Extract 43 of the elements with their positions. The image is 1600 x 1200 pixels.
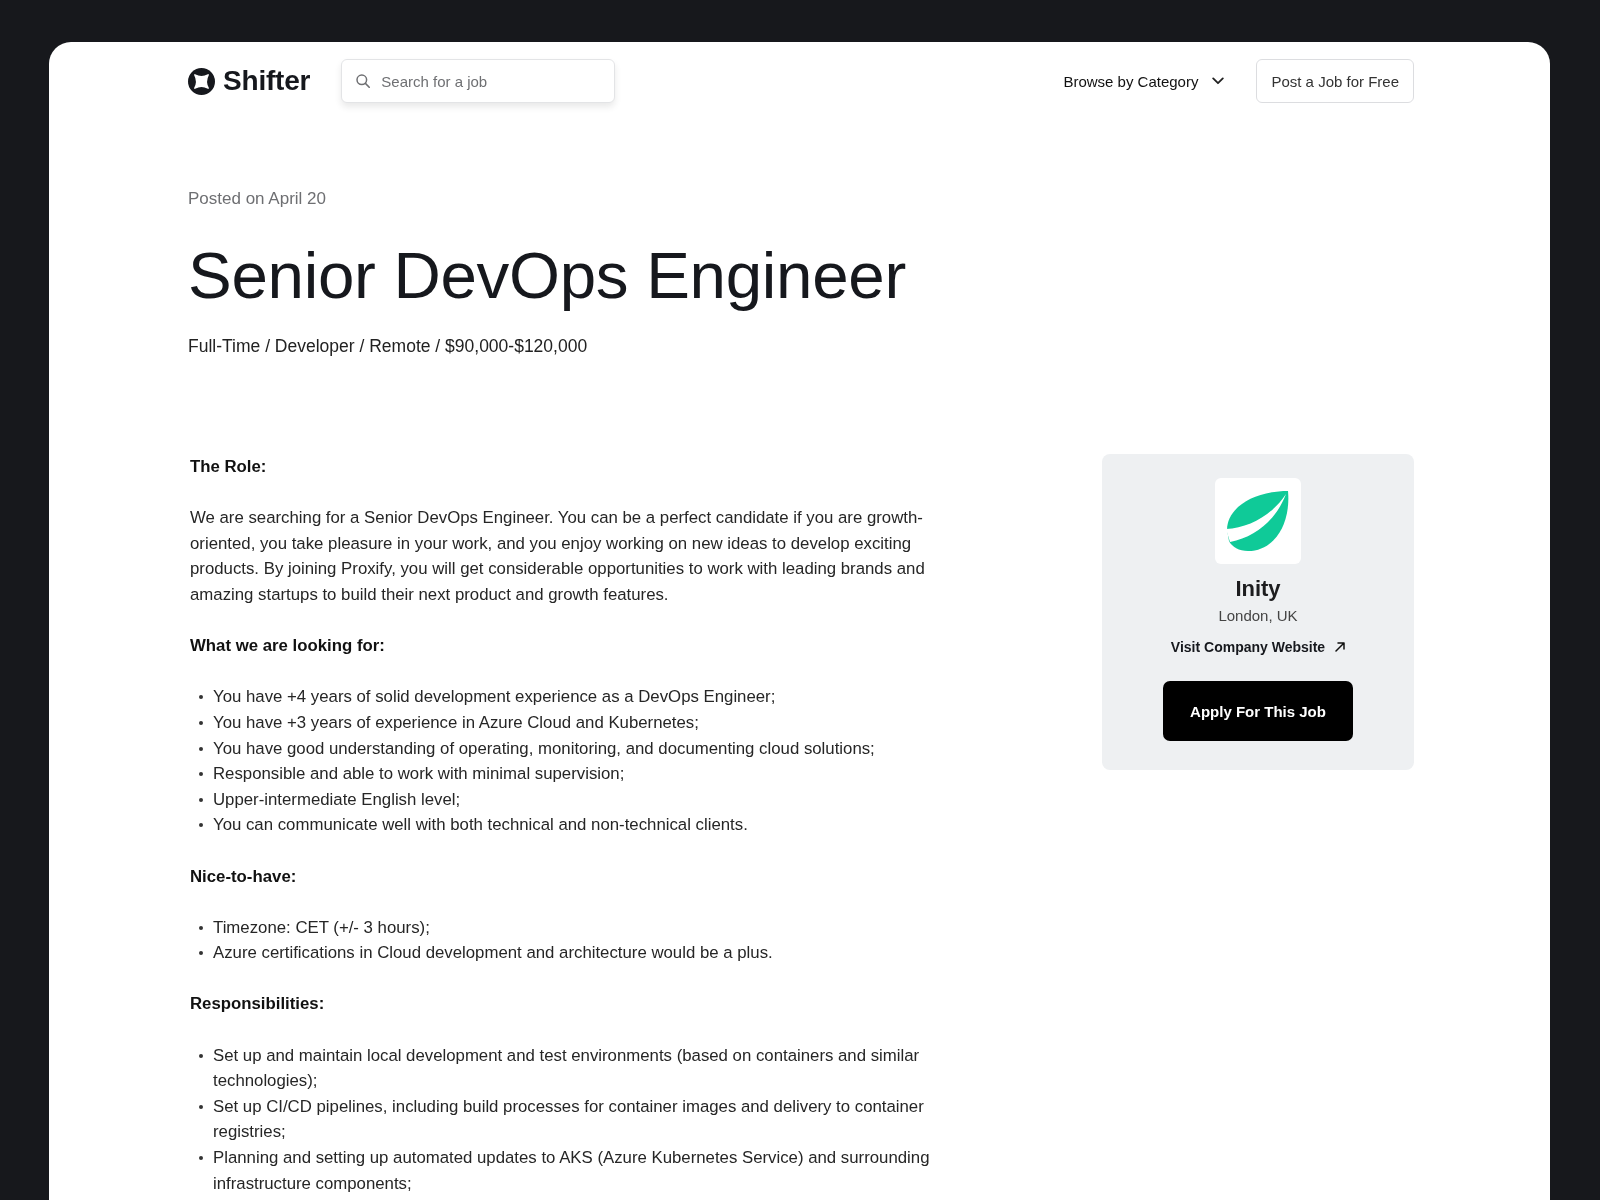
- job-meta: Full-Time / Developer / Remote / $90,000-$120,000: [188, 335, 589, 357]
- arrow-up-right-icon: [1335, 642, 1346, 652]
- section-heading: What we are looking for:: [190, 635, 386, 658]
- section-heading: Nice-to-have:: [190, 865, 298, 888]
- bullet-icon: [199, 823, 203, 828]
- section-heading: Responsibilities:: [190, 993, 326, 1016]
- list-item-text: Upper-intermediate English level;: [213, 788, 461, 811]
- bullet-icon: [199, 1104, 203, 1109]
- company-name: Inity: [1235, 575, 1281, 603]
- list-item-text: Set up and maintain local development and test environments (based on containers and similar technologies);: [213, 1044, 921, 1093]
- chevron-down-icon: [1212, 77, 1225, 85]
- bullet-icon: [199, 746, 203, 751]
- search-icon: [356, 74, 371, 88]
- list-item-text: You have good understanding of operating, monitoring, and documenting cloud solutions;: [213, 737, 875, 760]
- bullet-icon: [199, 925, 203, 930]
- body-paragraph: We are searching for a Senior DevOps Engineer. You can be a perfect candidate if you are growth-oriented, you take pleasure in your work, and you enjoy working on new ideas to develop exciting products. By joining Proxify, you will get considerable opportunities to work with leading brands and amazing startups to build their next product and growth features.: [190, 507, 926, 606]
- list-item-text: Set up CI/CD pipelines, including build processes for container images and delivery to container registries;: [213, 1095, 925, 1144]
- bullet-icon: [199, 772, 203, 777]
- bullet-icon: [199, 1156, 203, 1161]
- leaf-logo-icon: [1215, 478, 1301, 564]
- list-item-text: Planning and setting up automated updates to AKS (Azure Kubernetes Service) and surrounding infrastructure components;: [213, 1147, 931, 1195]
- bullet-icon: [199, 797, 203, 802]
- browse-menu-button[interactable]: Browse by Category: [1063, 72, 1225, 90]
- posted-date: Posted on April 20: [188, 188, 327, 210]
- post-job-button[interactable]: Post a Job for Free: [1256, 59, 1414, 103]
- list-item-text: You have +3 years of experience in Azure Cloud and Kubernetes;: [213, 711, 699, 734]
- company-website-link[interactable]: Visit Company Website: [1170, 637, 1346, 657]
- list-item-text: Timezone: CET (+/- 3 hours);: [213, 916, 430, 939]
- list-item-text: Responsible and able to work with minimal supervision;: [213, 763, 625, 786]
- logo-text[interactable]: Shifter: [223, 65, 311, 97]
- bullet-icon: [199, 720, 203, 725]
- list-item-text: You have +4 years of solid development experience as a DevOps Engineer;: [213, 686, 776, 709]
- logo-icon: [188, 67, 215, 95]
- search-field[interactable]: Search for a job: [341, 59, 616, 103]
- company-location: London, UK: [1218, 606, 1298, 626]
- list-item-text: Azure certifications in Cloud development and architecture would be a plus.: [213, 942, 773, 965]
- job-title: Senior DevOps Engineer: [188, 240, 907, 312]
- bullet-icon: [199, 951, 203, 956]
- list-item-text: You can communicate well with both technical and non-technical clients.: [213, 814, 748, 837]
- bullet-icon: [199, 695, 203, 700]
- bullet-icon: [199, 1053, 203, 1058]
- apply-button[interactable]: Apply For This Job: [1163, 681, 1353, 741]
- section-heading: The Role:: [190, 456, 268, 478]
